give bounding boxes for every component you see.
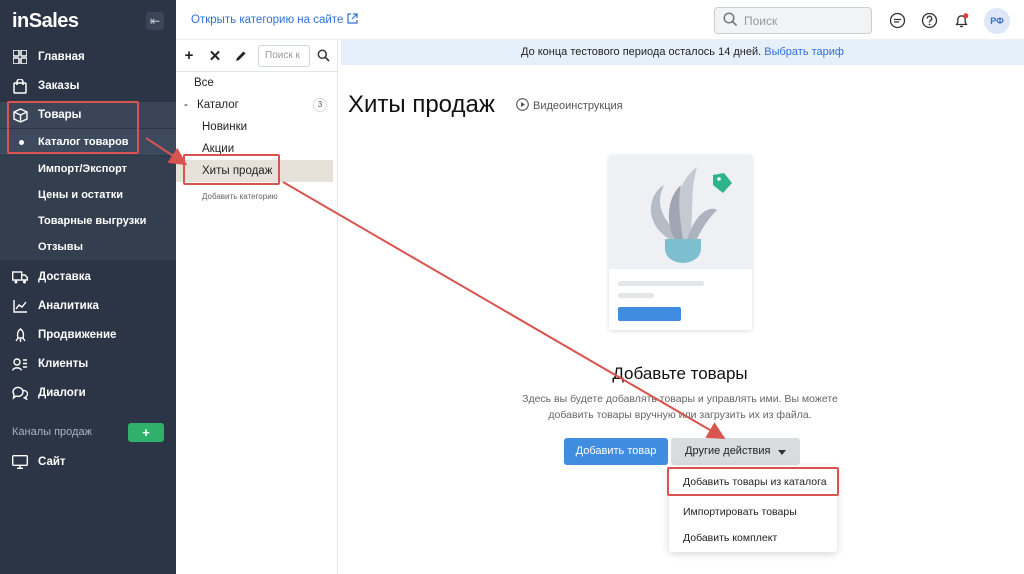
main-sidebar: inSales ⇤ Главная Заказы Товары Каталог … xyxy=(0,0,176,574)
add-category-link[interactable]: Добавить категорию xyxy=(202,192,278,201)
bell-icon[interactable] xyxy=(951,10,971,30)
add-channel-button[interactable]: + xyxy=(128,423,164,442)
sidebar-subitem-catalog[interactable]: Каталог товаров xyxy=(0,129,176,155)
category-item-catalog[interactable]: - Каталог 3 xyxy=(176,94,333,116)
top-header: Открыть категорию на сайте Поиск РФ xyxy=(176,0,1024,40)
sidebar-item-label: Товары xyxy=(38,109,82,121)
help-icon[interactable] xyxy=(919,10,939,30)
sidebar-subitem-label: Отзывы xyxy=(38,241,83,253)
sidebar-subitem-feeds[interactable]: Товарные выгрузки xyxy=(0,208,176,234)
search-icon xyxy=(723,11,738,30)
sidebar-item-analytics[interactable]: Аналитика xyxy=(0,293,176,319)
sidebar-item-label: Клиенты xyxy=(38,358,89,370)
video-instruction-link[interactable]: Видеоинструкция xyxy=(516,98,623,114)
sidebar-subitem-import-export[interactable]: Импорт/Экспорт xyxy=(0,156,176,182)
caret-down-icon xyxy=(778,450,786,455)
trial-text: До конца тестового периода осталось 14 д… xyxy=(521,46,762,58)
global-search-input[interactable]: Поиск xyxy=(714,7,872,34)
collapse-left-icon[interactable]: ⇤ xyxy=(146,12,164,30)
menu-item-add-bundle[interactable]: Добавить комплект xyxy=(683,532,777,544)
add-category-icon[interactable]: + xyxy=(176,40,202,72)
sidebar-item-home[interactable]: Главная xyxy=(0,44,176,70)
search-placeholder: Поиск xyxy=(744,13,778,28)
edit-category-icon[interactable] xyxy=(228,40,254,72)
sidebar-subitem-label: Товарные выгрузки xyxy=(38,215,147,227)
sidebar-subitem-reviews[interactable]: Отзывы xyxy=(0,234,176,260)
category-search-input[interactable]: Поиск к xyxy=(258,44,310,67)
other-actions-button[interactable]: Другие действия xyxy=(671,438,800,465)
sidebar-item-label: Диалоги xyxy=(38,387,86,399)
app-logo[interactable]: inSales xyxy=(12,10,79,33)
menu-item-add-from-catalog[interactable]: Добавить товары из каталога xyxy=(683,476,827,488)
monitor-icon xyxy=(11,453,29,471)
sidebar-item-orders[interactable]: Заказы xyxy=(0,73,176,99)
sidebar-item-label: Продвижение xyxy=(38,329,117,341)
sidebar-item-site[interactable]: Сайт xyxy=(0,449,176,475)
open-category-text: Открыть категорию на сайте xyxy=(191,14,344,26)
category-label: Каталог xyxy=(197,99,239,111)
sidebar-item-label: Главная xyxy=(38,51,85,63)
search-icon[interactable] xyxy=(310,40,336,72)
category-item-bestsellers[interactable]: Хиты продаж xyxy=(176,160,333,182)
category-label: Новинки xyxy=(202,121,248,133)
chat-bubble-icon[interactable] xyxy=(887,10,907,30)
sidebar-item-products[interactable]: Товары xyxy=(0,102,176,128)
add-product-button[interactable]: Добавить товар xyxy=(564,438,668,465)
chat-icon xyxy=(11,384,29,402)
rocket-icon xyxy=(11,326,29,344)
choose-plan-link[interactable]: Выбрать тариф xyxy=(764,46,844,58)
grid-icon xyxy=(11,48,29,66)
video-link-label: Видеоинструкция xyxy=(533,100,623,112)
category-label: Хиты продаж xyxy=(202,165,273,177)
sidebar-item-dialogs[interactable]: Диалоги xyxy=(0,380,176,406)
external-link-icon xyxy=(347,13,358,27)
sidebar-subitem-label: Импорт/Экспорт xyxy=(38,163,128,175)
sidebar-item-clients[interactable]: Клиенты xyxy=(0,351,176,377)
sidebar-item-label: Заказы xyxy=(38,80,80,92)
delete-category-icon[interactable]: ✕ xyxy=(202,40,228,72)
other-actions-label: Другие действия xyxy=(685,445,771,457)
shopping-bag-icon xyxy=(11,77,29,95)
menu-item-import-products[interactable]: Импортировать товары xyxy=(683,506,797,518)
category-count-badge: 3 xyxy=(313,98,327,112)
sidebar-item-promotion[interactable]: Продвижение xyxy=(0,322,176,348)
category-label: Акции xyxy=(202,143,235,155)
play-icon xyxy=(516,98,529,114)
plant-illustration xyxy=(618,167,732,321)
empty-state-title: Добавьте товары xyxy=(612,364,748,383)
sidebar-subitem-prices[interactable]: Цены и остатки xyxy=(0,182,176,208)
category-label: Все xyxy=(194,77,214,89)
active-dot xyxy=(19,140,24,145)
channels-label: Каналы продаж xyxy=(12,426,92,438)
collapse-toggle[interactable]: - xyxy=(184,99,188,111)
category-item-all[interactable]: Все xyxy=(176,72,333,94)
category-toolbar: + ✕ Поиск к xyxy=(176,40,338,72)
sidebar-subitem-label: Каталог товаров xyxy=(38,136,129,148)
trial-banner: До конца тестового периода осталось 14 д… xyxy=(341,40,1024,65)
category-item-sales[interactable]: Акции xyxy=(176,138,333,160)
chart-line-icon xyxy=(11,297,29,315)
truck-icon xyxy=(11,268,29,286)
empty-state-description: Здесь вы будете добавлять товары и управ… xyxy=(522,393,838,421)
sidebar-item-label: Доставка xyxy=(38,271,91,283)
sidebar-item-label: Сайт xyxy=(38,456,66,468)
open-category-link[interactable]: Открыть категорию на сайте xyxy=(191,13,358,27)
users-icon xyxy=(11,355,29,373)
box-icon xyxy=(11,106,29,124)
page-title: Хиты продаж xyxy=(348,91,495,118)
sidebar-item-label: Аналитика xyxy=(38,300,99,312)
sidebar-item-delivery[interactable]: Доставка xyxy=(0,264,176,290)
sidebar-subitem-label: Цены и остатки xyxy=(38,189,124,201)
empty-state-illustration xyxy=(609,155,752,330)
other-actions-dropdown: Добавить товары из каталога Импортироват… xyxy=(669,466,837,552)
user-avatar[interactable]: РФ xyxy=(984,8,1010,34)
category-panel: + ✕ Поиск к Все - Каталог 3 Новинки Акци… xyxy=(176,40,338,574)
category-item-new[interactable]: Новинки xyxy=(176,116,333,138)
